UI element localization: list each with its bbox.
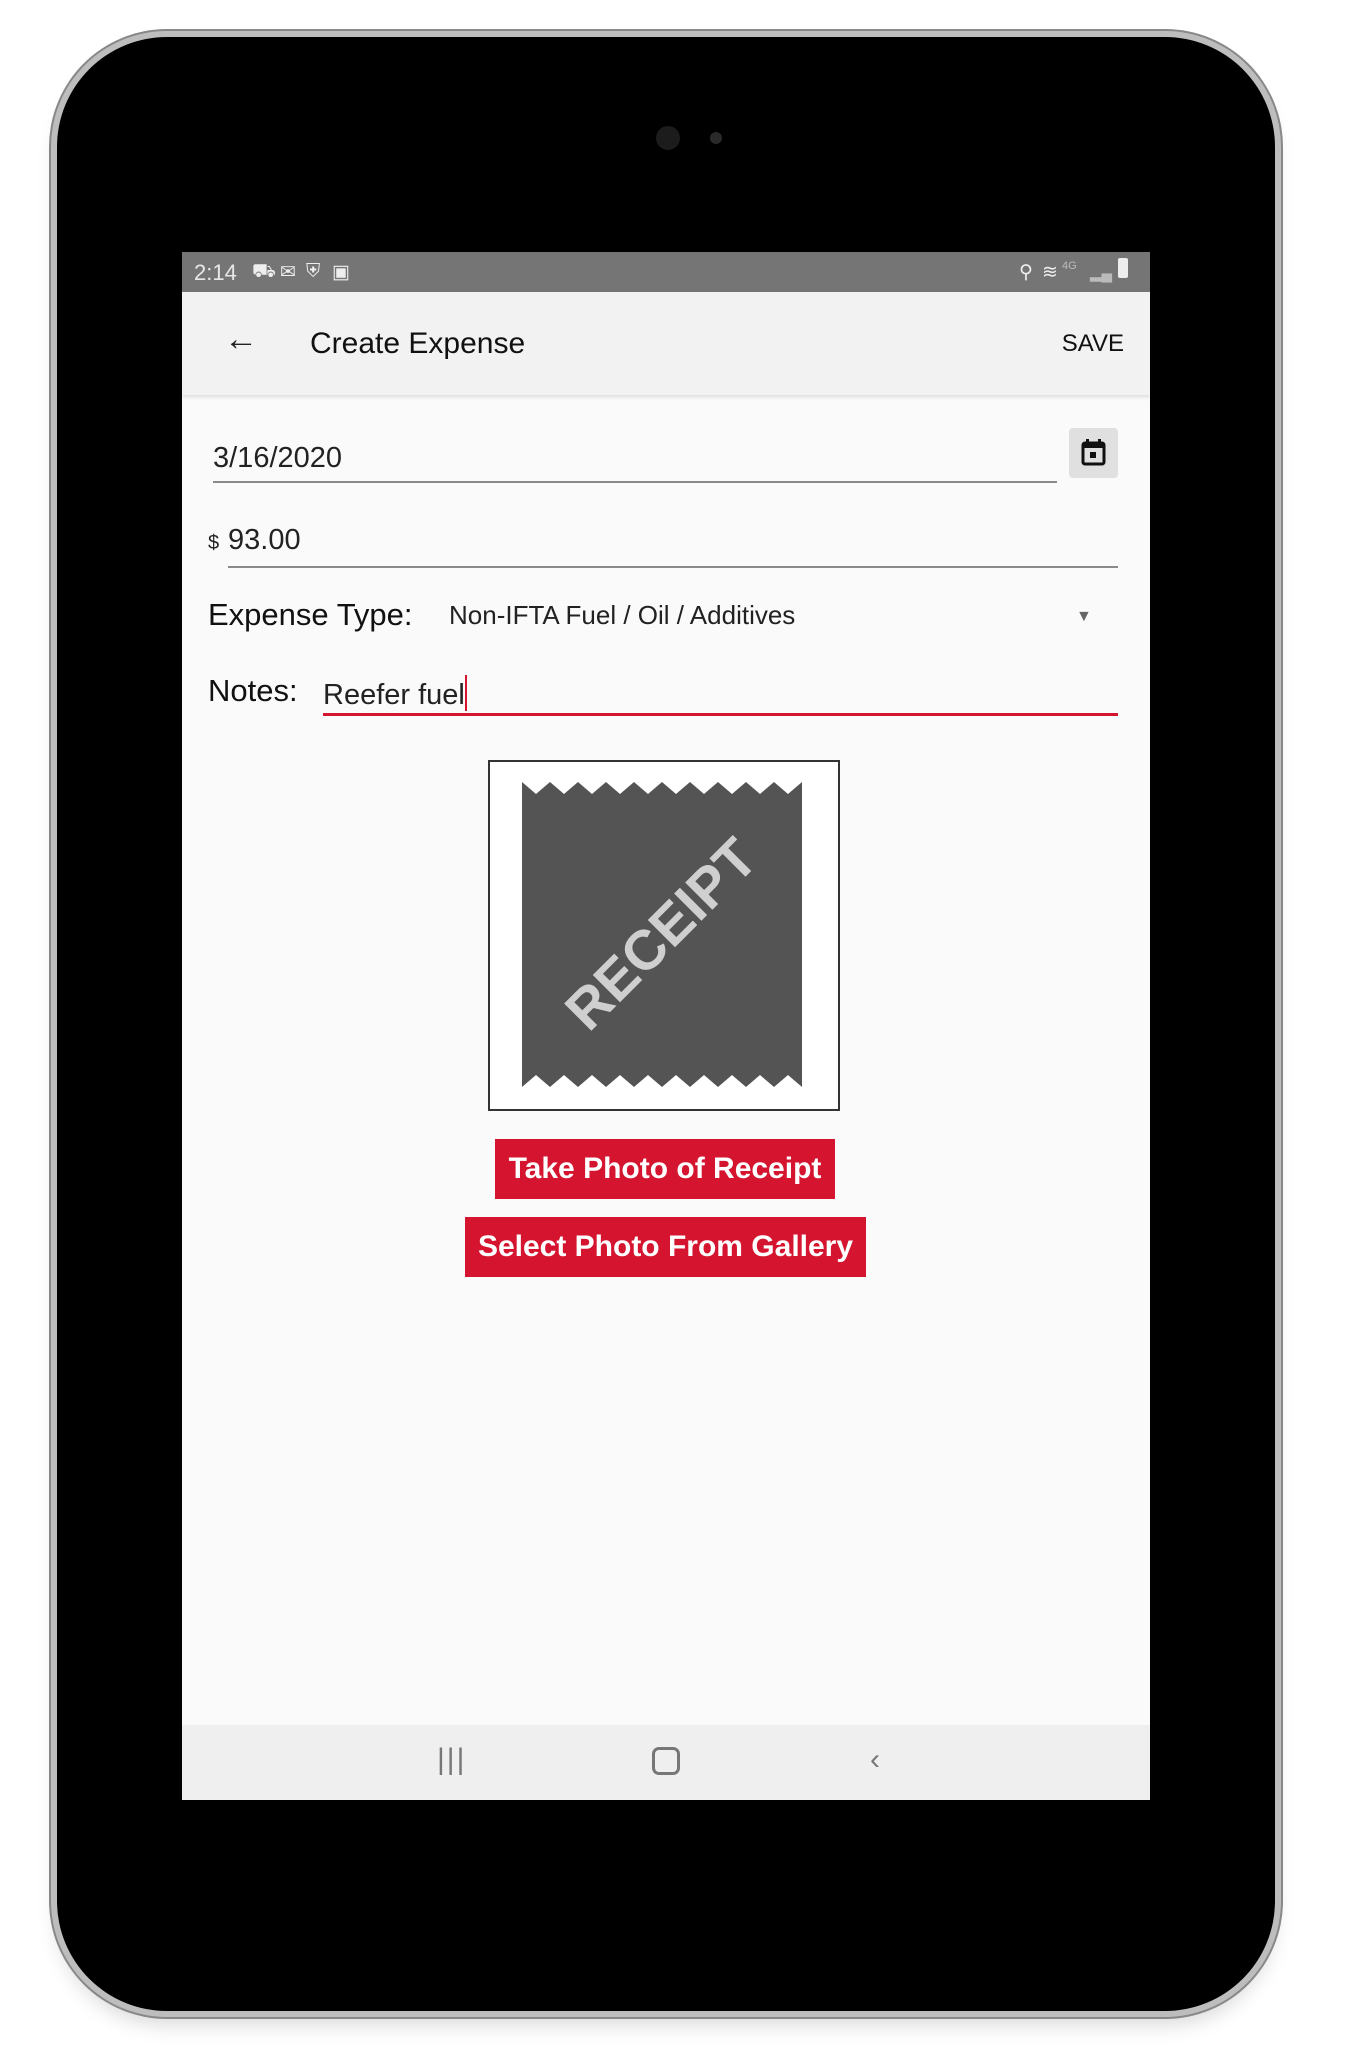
date-field[interactable]: 3/16/2020: [213, 442, 342, 475]
location-icon: ⚲: [1019, 262, 1033, 283]
4g-icon: 4G: [1062, 260, 1077, 272]
notes-input[interactable]: Reefer fuel: [323, 675, 467, 712]
page-title: Create Expense: [310, 327, 526, 360]
text-cursor: [464, 675, 467, 711]
dropdown-arrow-icon[interactable]: ▼: [1076, 608, 1092, 626]
app-screen: 2:14 ⛟ ✉ ⛨ ▣ ⚲ ≋ 4G ▂▄ ← Create Expense …: [182, 252, 1150, 1800]
receipt-image[interactable]: RECEIPT: [488, 760, 840, 1111]
home-icon[interactable]: [652, 1747, 680, 1775]
expense-type-select[interactable]: Non-IFTA Fuel / Oil / Additives: [449, 600, 795, 631]
notes-value: Reefer fuel: [323, 679, 465, 711]
truck-icon: ⛟: [252, 261, 276, 282]
wifi-icon: ≋: [1042, 262, 1058, 283]
notes-underline: [323, 713, 1118, 716]
status-bar: 2:14 ⛟ ✉ ⛨ ▣ ⚲ ≋ 4G ▂▄: [182, 252, 1150, 292]
calendar-icon: [1081, 439, 1106, 466]
gmail-icon: ✉: [280, 262, 296, 283]
signal-icon: ▂▄: [1090, 265, 1113, 282]
back-arrow-icon[interactable]: ←: [224, 320, 258, 359]
app-bar: ← Create Expense SAVE: [182, 292, 1150, 395]
battery-icon: [1118, 258, 1128, 278]
recent-apps-icon[interactable]: |||: [437, 1743, 466, 1777]
front-camera: [656, 126, 680, 150]
system-nav-bar: ||| ‹: [182, 1725, 1150, 1800]
notes-label: Notes:: [208, 673, 298, 708]
amount-underline: [228, 566, 1118, 568]
status-time: 2:14: [194, 260, 237, 285]
take-photo-button[interactable]: Take Photo of Receipt: [495, 1139, 835, 1199]
save-button[interactable]: SAVE: [1062, 330, 1124, 358]
nav-back-icon[interactable]: ‹: [870, 1743, 880, 1777]
sensor: [710, 132, 722, 144]
amount-field[interactable]: 93.00: [228, 524, 301, 557]
date-underline: [213, 481, 1057, 483]
currency-symbol: $: [208, 532, 220, 554]
image-icon: ▣: [332, 262, 350, 283]
expense-type-label: Expense Type:: [208, 597, 413, 632]
select-gallery-button[interactable]: Select Photo From Gallery: [465, 1217, 866, 1277]
calendar-button[interactable]: [1069, 428, 1118, 478]
shield-icon: ⛨: [306, 261, 321, 282]
